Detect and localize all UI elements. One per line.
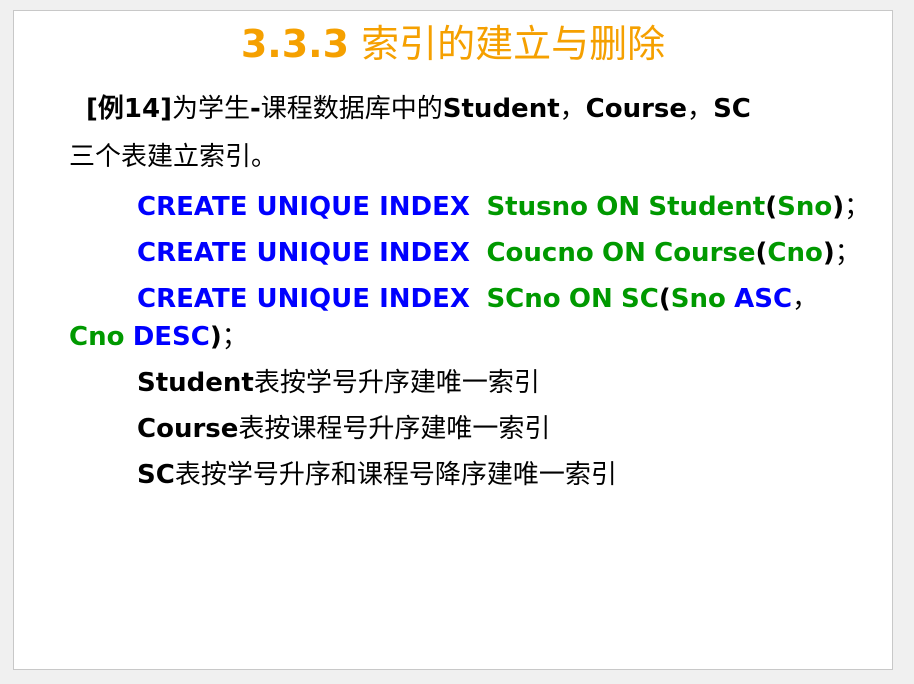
example-dash: - (249, 94, 261, 124)
sql-index-name: SCno (486, 284, 561, 314)
example-tag: [例14] (86, 94, 172, 124)
sql-on: ON (568, 284, 613, 314)
sql-column: Cno (767, 238, 823, 268)
sql-index-name: Stusno (486, 192, 588, 222)
sql-table: Student (648, 192, 766, 222)
example-sep-1: ， (559, 94, 586, 124)
desc-text: 表按课程号升序建唯一索引 (238, 414, 551, 444)
desc-line-3: SC表按学号升序和课程号降序建唯一索引 (137, 457, 617, 493)
example-table-student: Student (442, 94, 560, 124)
sql-table: SC (621, 284, 659, 314)
example-table-course: Course (585, 94, 688, 124)
sql-table: Course (654, 238, 756, 268)
sql-keyword: CREATE UNIQUE INDEX (137, 238, 470, 268)
example-text-1: 为学生 (171, 94, 250, 124)
slide-title: 3.3.3 索引的建立与删除 (14, 19, 892, 69)
sql-statement-3: CREATE UNIQUE INDEX SCno ON SC(Sno ASC， (137, 281, 818, 317)
sql-order-asc: ASC (734, 284, 793, 314)
example-line-2: 三个表建立索引。 (69, 142, 278, 172)
example-table-sc: SC (713, 94, 751, 124)
sql-statement-3-cont: Cno DESC)； (69, 319, 248, 355)
sql-column: Cno (69, 322, 125, 352)
sql-lparen: ( (658, 284, 671, 314)
sql-keyword: CREATE UNIQUE INDEX (137, 284, 470, 314)
sql-statement-1: CREATE UNIQUE INDEX Stusno ON Student(Sn… (137, 189, 870, 225)
sql-lparen: ( (755, 238, 768, 268)
desc-text: 表按学号升序和课程号降序建唯一索引 (174, 460, 617, 490)
sql-rparen: ) (822, 238, 835, 268)
example-sep-2: ， (687, 94, 714, 124)
desc-line-2: Course表按课程号升序建唯一索引 (137, 411, 550, 447)
sql-end: ； (844, 192, 871, 222)
sql-statement-2: CREATE UNIQUE INDEX Coucno ON Course(Cno… (137, 235, 861, 271)
sql-keyword: CREATE UNIQUE INDEX (137, 192, 470, 222)
example-line-1: [例14]为学生-课程数据库中的Student，Course，SC (86, 91, 751, 127)
slide: 3.3.3 索引的建立与删除 [例14]为学生-课程数据库中的Student，C… (13, 10, 893, 670)
desc-table-name: Student (137, 368, 254, 398)
desc-line-1: Student表按学号升序建唯一索引 (137, 365, 540, 401)
title-text: 索引的建立与删除 (349, 22, 666, 66)
sql-column: Sno (670, 284, 726, 314)
desc-text: 表按学号升序建唯一索引 (253, 368, 540, 398)
title-number: 3.3.3 (240, 22, 350, 66)
sql-order-desc: DESC (132, 322, 210, 352)
desc-table-name: SC (137, 460, 175, 490)
sql-end: ； (221, 322, 248, 352)
sql-index-name: Coucno (486, 238, 594, 268)
sql-rparen: ) (209, 322, 222, 352)
sql-lparen: ( (765, 192, 778, 222)
sql-on: ON (596, 192, 641, 222)
sql-rparen: ) (832, 192, 845, 222)
sql-comma: ， (792, 284, 819, 314)
desc-table-name: Course (137, 414, 239, 444)
example-text-2: 课程数据库中的 (260, 94, 443, 124)
sql-column: Sno (777, 192, 833, 222)
sql-end: ； (834, 238, 861, 268)
sql-on: ON (601, 238, 646, 268)
